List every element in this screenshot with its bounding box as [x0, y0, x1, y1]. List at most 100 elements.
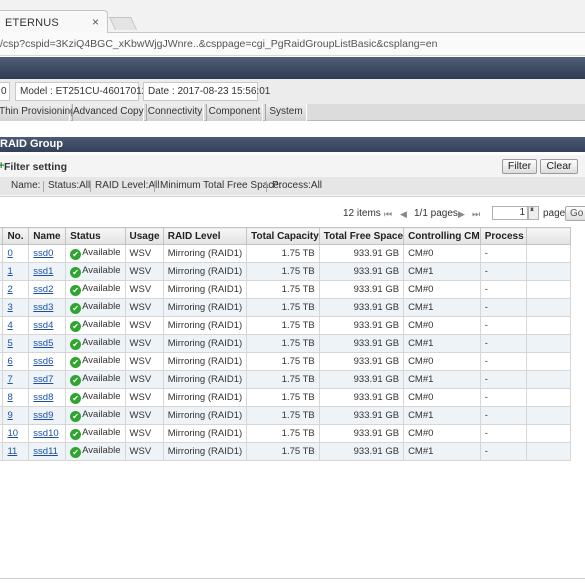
status-text: Available — [82, 373, 121, 384]
raid-group-name-link[interactable]: ssd11 — [33, 446, 58, 457]
spin-down-icon[interactable]: ▼ — [529, 207, 535, 213]
raid-group-no-link[interactable]: 3 — [7, 302, 12, 313]
raid-group-name-link[interactable]: ssd3 — [33, 302, 53, 313]
go-button[interactable]: Go — [565, 206, 585, 221]
cell-total-free-space: 933.91 GB — [318, 298, 405, 317]
check-circle-icon: ✔ — [70, 249, 82, 260]
cell-spacer — [525, 406, 572, 425]
table-row[interactable]: 11 ssd11 ✔ Available WSV Mirroring (RAID1) 1.7… — [0, 442, 572, 461]
cell-spacer — [525, 298, 572, 317]
table-row[interactable]: 5 ssd5 ✔ Available WSV Mirroring (RAID1) 1.75 … — [0, 334, 572, 353]
status-text: Available — [82, 355, 121, 366]
cell-total-capacity: 1.75 TB — [246, 298, 320, 317]
check-circle-icon: ✔ — [70, 267, 82, 278]
cell-controlling-cm: CM#0 — [403, 424, 481, 443]
close-icon[interactable]: × — [92, 15, 99, 29]
raid-group-no-link[interactable]: 1 — [7, 266, 12, 277]
tab-system[interactable]: System — [265, 104, 307, 121]
cell-total-capacity: 1.75 TB — [246, 334, 320, 353]
cell-total-capacity: 1.75 TB — [246, 244, 320, 263]
filter-button[interactable]: Filter — [502, 159, 537, 174]
browser-tab[interactable]: ETERNUS × — [0, 10, 108, 34]
header-name[interactable]: Name — [28, 227, 67, 245]
raid-group-name-link[interactable]: ssd10 — [33, 428, 58, 439]
filter-criteria: Name: Status:All RAID Level:All Minimum … — [0, 177, 585, 195]
raid-group-name-link[interactable]: ssd8 — [33, 392, 53, 403]
url-text[interactable]: /csp?cspid=3KziQ4BGC_xKbwWjgJWnre..&cspp… — [0, 38, 437, 50]
header-raid-level[interactable]: RAID Level — [162, 227, 248, 245]
header-process[interactable]: Process — [479, 227, 527, 245]
table-row[interactable]: 7 ssd7 ✔ Available WSV Mirroring (RAID1) 1.75 … — [0, 370, 572, 389]
header-controlling-cm[interactable]: Controlling CM — [403, 227, 481, 245]
table-row[interactable]: 2 ssd2 ✔ Available WSV Mirroring (RAID1) 1.75 … — [0, 280, 572, 299]
filter-title[interactable]: Filter setting — [4, 161, 67, 173]
cell-no: 6 — [2, 352, 30, 371]
raid-group-no-link[interactable]: 11 — [7, 446, 17, 457]
table-row[interactable]: 0 ssd0 ✔ Available WSV Mirroring (RAID1) 1.75 … — [0, 244, 572, 263]
page-number-input[interactable]: 1 — [492, 206, 528, 220]
raid-group-name-link[interactable]: ssd4 — [33, 320, 53, 331]
device-info-box: 0 — [0, 82, 10, 101]
cell-status: ✔ Available — [65, 442, 126, 461]
tab-advanced-copy[interactable]: Advanced Copy — [72, 104, 144, 121]
table-row[interactable]: 9 ssd9 ✔ Available WSV Mirroring (RAID1) 1.75 … — [0, 406, 572, 425]
table-row[interactable]: 3 ssd3 ✔ Available WSV Mirroring (RAID1) 1.75 … — [0, 298, 572, 317]
prev-page-icon[interactable]: ◀ — [400, 209, 407, 220]
raid-group-no-link[interactable]: 6 — [7, 356, 12, 367]
cell-total-free-space: 933.91 GB — [318, 424, 405, 443]
raid-group-no-link[interactable]: 2 — [7, 284, 12, 295]
raid-group-name-link[interactable]: ssd6 — [33, 356, 53, 367]
raid-group-name-link[interactable]: ssd5 — [33, 338, 53, 349]
date-info: Date : 2017-08-23 15:56:01 — [143, 82, 270, 101]
raid-group-name-link[interactable]: ssd9 — [33, 410, 53, 421]
header-total-capacity[interactable]: Total Capacity — [246, 227, 320, 245]
raid-group-no-link[interactable]: 4 — [7, 320, 12, 331]
page-spinner[interactable]: ▲ ▼ — [528, 206, 539, 220]
raid-group-no-link[interactable]: 0 — [7, 248, 12, 259]
table-row[interactable]: 4 ssd4 ✔ Available WSV Mirroring (RAID1) 1.75 … — [0, 316, 572, 335]
raid-group-no-link[interactable]: 5 — [7, 338, 12, 349]
raid-group-no-link[interactable]: 9 — [7, 410, 12, 421]
cell-status: ✔ Available — [65, 370, 126, 389]
cell-raid-level: Mirroring (RAID1) — [162, 262, 248, 281]
header-no[interactable]: No. — [2, 227, 30, 245]
address-bar[interactable]: /csp?cspid=3KziQ4BGC_xKbwWjgJWnre..&cspp… — [0, 33, 585, 56]
tab-thin-provisioning[interactable]: Thin Provisioning — [0, 104, 76, 121]
header-usage[interactable]: Usage — [124, 227, 164, 245]
cell-process: - — [479, 280, 527, 299]
cell-controlling-cm: CM#1 — [403, 298, 481, 317]
table-row[interactable]: 8 ssd8 ✔ Available WSV Mirroring (RAID1) 1.75 … — [0, 388, 572, 407]
table-row[interactable]: 6 ssd6 ✔ Available WSV Mirroring (RAID1) 1.75 … — [0, 352, 572, 371]
raid-group-name-link[interactable]: ssd0 — [33, 248, 53, 259]
criteria-divider — [266, 181, 267, 192]
cell-process: - — [479, 244, 527, 263]
tab-connectivity[interactable]: Connectivity — [146, 104, 204, 121]
table-row[interactable]: 1 ssd1 ✔ Available WSV Mirroring (RAID1) 1.75 … — [0, 262, 572, 281]
cell-usage: WSV — [124, 316, 164, 335]
cell-status: ✔ Available — [65, 352, 126, 371]
header-total-free-space[interactable]: Total Free Space — [318, 227, 405, 245]
criteria-process: Process:All — [272, 180, 323, 191]
cell-controlling-cm: CM#0 — [403, 388, 481, 407]
cell-controlling-cm: CM#1 — [403, 334, 481, 353]
cell-total-free-space: 933.91 GB — [318, 370, 405, 389]
cell-spacer — [525, 442, 572, 461]
raid-group-name-link[interactable]: ssd2 — [33, 284, 53, 295]
new-tab-button[interactable] — [108, 17, 138, 30]
tab-component[interactable]: Component — [206, 104, 263, 121]
cell-spacer — [525, 388, 572, 407]
last-page-icon[interactable]: ⏭ — [472, 209, 480, 220]
cell-controlling-cm: CM#0 — [403, 244, 481, 263]
next-page-icon[interactable]: ▶ — [458, 209, 465, 220]
browser-tab-bar: ETERNUS × — [0, 0, 585, 34]
cell-process: - — [479, 316, 527, 335]
header-status[interactable]: Status — [65, 227, 126, 245]
table-row[interactable]: 10 ssd10 ✔ Available WSV Mirroring (RAID1) 1.7… — [0, 424, 572, 443]
raid-group-name-link[interactable]: ssd7 — [33, 374, 53, 385]
raid-group-no-link[interactable]: 10 — [7, 428, 18, 439]
raid-group-no-link[interactable]: 7 — [7, 374, 12, 385]
first-page-icon[interactable]: ⏮ — [384, 209, 392, 220]
raid-group-no-link[interactable]: 8 — [7, 392, 12, 403]
raid-group-name-link[interactable]: ssd1 — [33, 266, 53, 277]
clear-button[interactable]: Clear — [540, 159, 578, 174]
